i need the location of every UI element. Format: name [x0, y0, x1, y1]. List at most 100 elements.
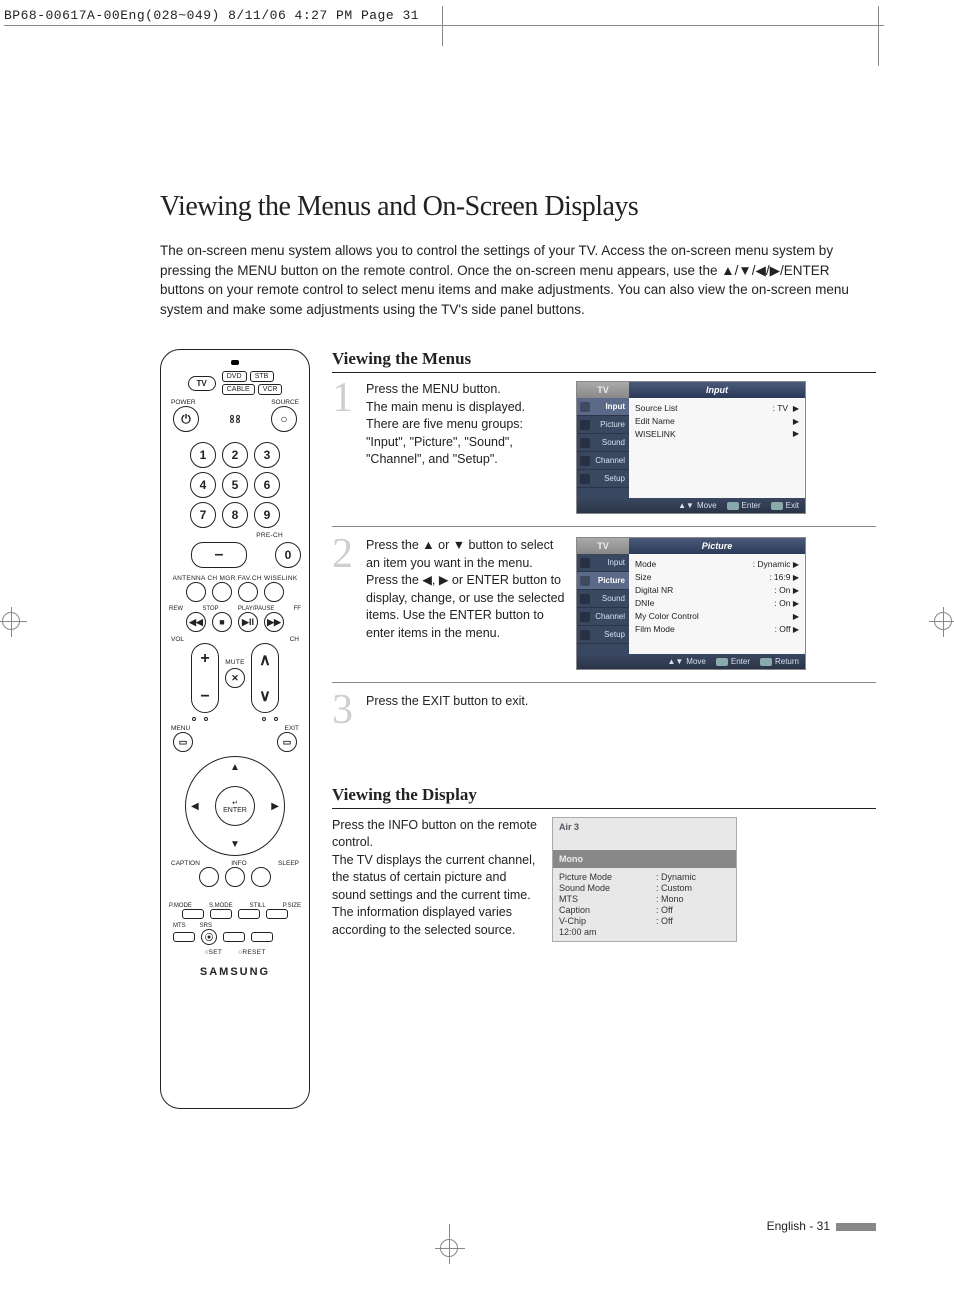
wiselink-button [264, 582, 284, 602]
source-button: ○ [271, 406, 297, 432]
chevron-right-icon: ▶ [793, 599, 799, 608]
page-content: Viewing the Menus and On-Screen Displays… [0, 26, 954, 1149]
page-number: English - 31 [767, 1219, 830, 1233]
page-footer: English - 31 [0, 1149, 954, 1263]
rew-button: ◀◀ [186, 612, 206, 632]
exit-label: EXIT [285, 725, 299, 732]
info-button [225, 867, 245, 887]
pmode-button [182, 909, 204, 919]
dpad: ▲ ▼ ◀ ▶ ↵ENTER [185, 756, 285, 856]
osd-row: Film Mode: Off ▶ [635, 623, 799, 636]
num-0-button: 0 [275, 542, 301, 568]
num-9-button: 9 [254, 502, 280, 528]
menu-label: MENU [171, 725, 190, 732]
info-label: MTS [559, 894, 646, 904]
osd-input-menu: TVInput Input Picture Sound Channel Setu… [576, 381, 806, 514]
return-icon [760, 658, 772, 666]
info-value: : Mono [656, 894, 730, 904]
osd-title: Input [629, 382, 805, 398]
registration-mark-right [934, 612, 952, 630]
page-title: Viewing the Menus and On-Screen Displays [160, 191, 876, 223]
play-label: PLAY/PAUSE [238, 606, 274, 612]
input-icon [580, 558, 590, 568]
osd-row: Size: 16:9 ▶ [635, 571, 799, 584]
sleep-button [251, 867, 271, 887]
footer-bar-icon [836, 1223, 876, 1231]
enter-button: ↵ENTER [215, 786, 255, 826]
osd-tab-sound: Sound [577, 590, 629, 608]
vcr-mode-button: VCR [258, 384, 283, 395]
num-7-button: 7 [190, 502, 216, 528]
play-button: ▶II [238, 612, 258, 632]
info-label: V-Chip [559, 916, 646, 926]
power-button: ⏻ [173, 406, 199, 432]
ch-label: CH [290, 636, 299, 643]
input-icon [580, 402, 590, 412]
osd-tv-label: TV [577, 382, 629, 398]
osd-row: WISELINK▶ [635, 428, 799, 441]
picture-icon [580, 420, 590, 430]
num-2-button: 2 [222, 442, 248, 468]
sound-icon [580, 438, 590, 448]
divider [332, 526, 876, 527]
enter-label: Enter [731, 657, 750, 666]
set-label: ○SET [204, 949, 222, 956]
exit-label: Exit [786, 501, 799, 510]
crop-mark-top-right [878, 6, 879, 66]
info-label: Sound Mode [559, 883, 646, 893]
stop-button: ■ [212, 612, 232, 632]
step-1-number: 1 [332, 381, 358, 417]
move-icon: ▲▼ [667, 657, 683, 666]
ir-emitter-icon [231, 360, 239, 365]
divider [332, 682, 876, 683]
info-value: : Off [656, 905, 730, 915]
pre-ch-label: PRE-CH [169, 532, 301, 539]
info-display-box: Air 3 Mono Picture Mode : Dynamic Sound M… [552, 817, 737, 942]
osd-row: Mode: Dynamic ▶ [635, 558, 799, 571]
osd-tab-input: Input [577, 554, 629, 572]
info-label: INFO [231, 860, 247, 867]
feature-labels-row: ANTENNA CH MGR FAV.CH WISELINK [169, 575, 301, 582]
dpad-up-icon: ▲ [230, 762, 240, 773]
enter-icon [716, 658, 728, 666]
osd-row: Edit Name▶ [635, 415, 799, 428]
remote-control-diagram: TV DVDSTB CABLEVCR POWERSOURCE ⏻ ○ 123 4… [160, 349, 310, 1109]
osd-row: Source List: TV ▶ [635, 402, 799, 415]
exit-icon [771, 502, 783, 510]
ff-label: FF [294, 606, 301, 612]
osd-tab-channel: Channel [577, 452, 629, 470]
osd-row: My Color Control▶ [635, 610, 799, 623]
chevron-right-icon: ▶ [793, 560, 799, 569]
info-channel: Air 3 [553, 818, 736, 836]
info-label: Picture Mode [559, 872, 646, 882]
num-4-button: 4 [190, 472, 216, 498]
return-label: Return [775, 657, 799, 666]
ff-button: ▶▶ [264, 612, 284, 632]
stb-mode-button: STB [250, 371, 274, 382]
registration-mark-bottom [440, 1239, 458, 1257]
registration-mark-left [2, 612, 20, 630]
power-label: POWER [171, 399, 196, 406]
reset-label: ○RESET [238, 949, 265, 956]
osd-tab-sound: Sound [577, 434, 629, 452]
step-2-text: Press the ▲ or ▼ button to select an ite… [366, 537, 566, 642]
mute-label: MUTE [225, 659, 245, 666]
chevron-right-icon: ▶ [793, 416, 799, 428]
crop-mark-top-center [442, 6, 443, 46]
step-1-text: Press the MENU button. The main menu is … [366, 381, 566, 469]
info-audio: Mono [553, 850, 736, 868]
setup-icon [580, 630, 590, 640]
tv-mode-button: TV [188, 376, 216, 391]
psize-button [266, 909, 288, 919]
info-label: Caption [559, 905, 646, 915]
chmgr-button [212, 582, 232, 602]
viewing-menus-heading: Viewing the Menus [332, 349, 876, 373]
osd-picture-menu: TVPicture Input Picture Sound Channel Se… [576, 537, 806, 670]
osd-title: Picture [629, 538, 805, 554]
chevron-right-icon: ▶ [793, 573, 799, 582]
step-2-number: 2 [332, 537, 358, 573]
info-value: : Dynamic [656, 872, 730, 882]
chevron-right-icon: ▶ [793, 586, 799, 595]
osd-tab-setup: Setup [577, 626, 629, 644]
extra-button-1 [223, 932, 245, 942]
